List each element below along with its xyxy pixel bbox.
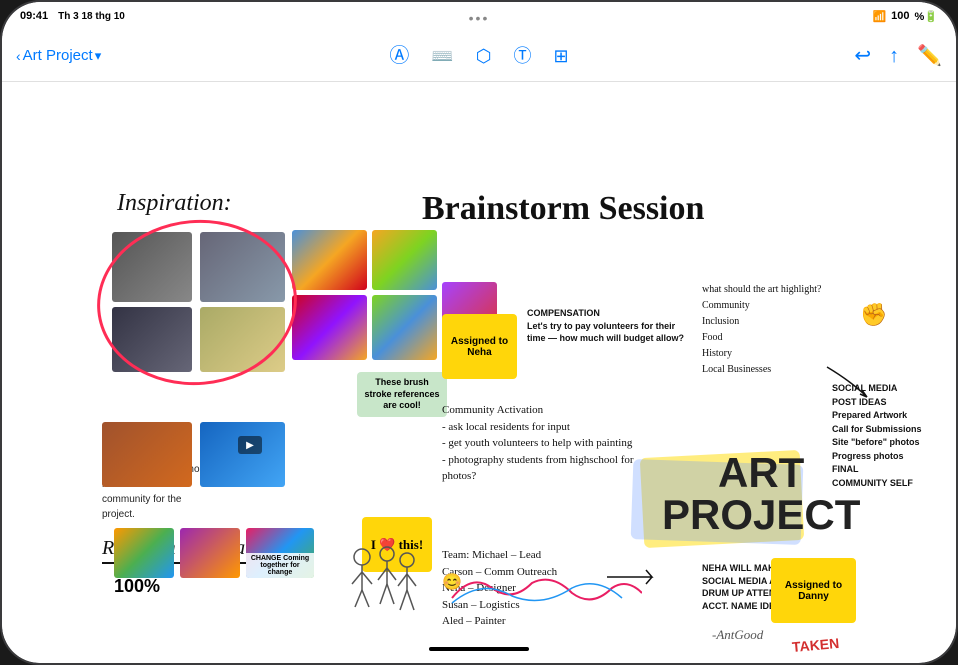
photo-colorful-4 [372, 295, 437, 360]
zoom-percentage[interactable]: 100% [114, 576, 160, 597]
undo-icon[interactable]: ↩ [854, 46, 871, 66]
bottom-squiggles [442, 568, 642, 608]
photo-mid-2 [200, 422, 285, 487]
community-text: Community Activation - ask local residen… [442, 402, 642, 485]
toolbar: ‹ Art Project ▾ Ⓐ ⌨️ ⬡ Ⓣ ⊞ ↩ ↑ ✏️ [2, 30, 956, 82]
sticky-neha: Assigned to Neha [442, 314, 517, 379]
battery-icon: %🔋 [915, 10, 938, 23]
photo-mid-1 [102, 422, 192, 487]
photo-2 [200, 232, 285, 302]
thumb-2 [180, 528, 240, 578]
status-left: 09:41 Th 3 18 thg 10 [20, 10, 125, 22]
inspiration-label: Inspiration: [117, 190, 232, 217]
text-icon[interactable]: Ⓣ [514, 47, 532, 65]
status-right: 📶 100 %🔋 [872, 10, 938, 23]
toolbar-center: Ⓐ ⌨️ ⬡ Ⓣ ⊞ [248, 46, 711, 66]
photo-4 [200, 307, 285, 372]
photo-3 [112, 307, 192, 372]
taken-text: TAKEN [791, 635, 839, 655]
back-label: Art Project [23, 47, 93, 64]
toolbar-left: ‹ Art Project ▾ [16, 47, 248, 64]
home-indicator [429, 647, 529, 651]
change-text: CHANGE Coming together for change [246, 553, 314, 578]
thumb-3: CHANGE Coming together for change [246, 528, 314, 578]
date: Th 3 18 thg 10 [58, 11, 125, 22]
art-highlight-text: what should the art highlight? Community… [702, 282, 821, 378]
wifi-icon: 📶 [872, 10, 886, 23]
compensation-text: COMPENSATION Let's try to pay volunteers… [527, 307, 687, 345]
toolbar-right: ↩ ↑ ✏️ [711, 46, 943, 66]
back-chevron: ‹ [16, 48, 21, 64]
brainstorm-title: Brainstorm Session [422, 190, 704, 228]
annotate-icon[interactable]: Ⓐ [389, 46, 409, 66]
people-sketch [342, 542, 422, 622]
keyboard-icon[interactable]: ⌨️ [431, 47, 453, 65]
time: 09:41 [20, 10, 48, 22]
thumb-1 [114, 528, 174, 578]
art-project-title: ARTPROJECT [662, 452, 860, 536]
play-video[interactable]: ▶ [238, 436, 262, 454]
signature: -AntGood [712, 627, 763, 643]
back-button[interactable]: ‹ Art Project ▾ [16, 47, 101, 64]
media-icon[interactable]: ⊞ [554, 47, 569, 65]
photo-colorful-3 [292, 295, 367, 360]
photo-colorful-2 [372, 230, 437, 290]
photo-colorful-1 [292, 230, 367, 290]
brush-stroke-note: These brush stroke references are cool! [357, 372, 447, 417]
shapes-icon[interactable]: ⬡ [476, 47, 492, 65]
canvas[interactable]: Brainstorm Session Inspiration: These br… [2, 82, 956, 663]
chevron-down-icon: ▾ [95, 48, 102, 64]
sticky-danny: Assigned to Danny [771, 558, 856, 623]
edit-icon[interactable]: ✏️ [917, 46, 942, 66]
fist-icon: ✊ [860, 302, 887, 328]
share-icon[interactable]: ↑ [889, 46, 899, 66]
battery-text: 100 [891, 10, 909, 22]
drag-handle: ••• [469, 10, 490, 26]
screen: ••• 09:41 Th 3 18 thg 10 📶 100 %🔋 ‹ Art … [2, 2, 956, 663]
photo-1 [112, 232, 192, 302]
ipad-device: ••• 09:41 Th 3 18 thg 10 📶 100 %🔋 ‹ Art … [0, 0, 958, 665]
